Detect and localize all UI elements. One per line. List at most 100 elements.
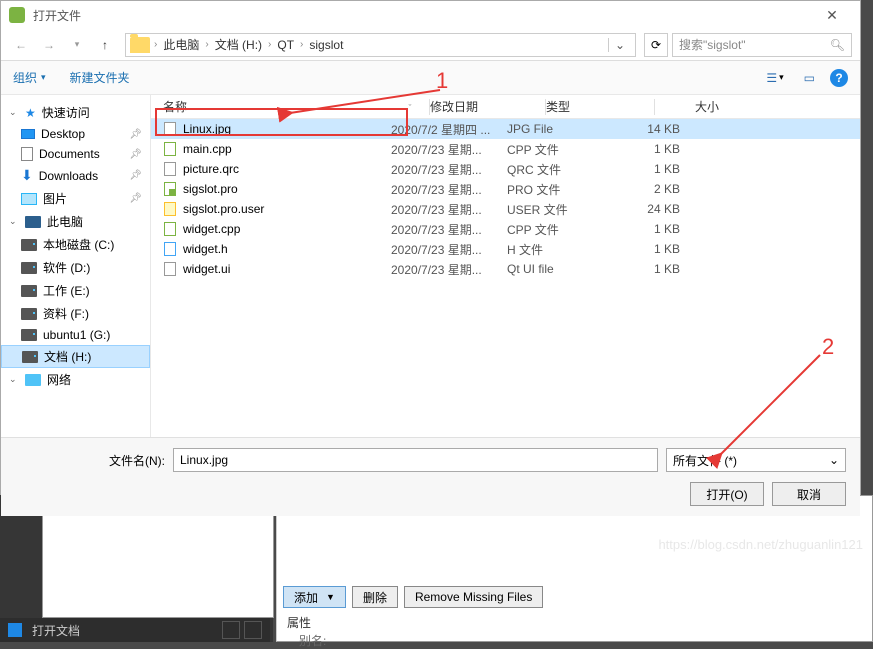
file-type: JPG File [507, 122, 616, 136]
sidebar-item--[interactable]: ⌄此电脑 [1, 210, 150, 233]
sidebar-item-downloads[interactable]: ⬇Downloads📌︎ [1, 164, 150, 187]
file-name: Linux.jpg [183, 122, 231, 136]
add-button[interactable]: 添加 ▼ [283, 586, 346, 608]
dialog-footer: 文件名(N): 所有文件 (*) ⌄ 打开(O) 取消 [1, 437, 860, 516]
pc-icon [25, 216, 41, 228]
breadcrumb-dropdown[interactable]: ⌄ [608, 38, 631, 52]
file-name: sigslot.pro [183, 182, 238, 196]
add-caret-icon: ▼ [326, 592, 335, 602]
file-date: 2020/7/23 星期... [391, 161, 507, 178]
crumb-qt[interactable]: QT [275, 38, 296, 52]
file-name: main.cpp [183, 142, 232, 156]
column-date[interactable]: 修改日期 [430, 98, 545, 115]
forward-button[interactable]: → [37, 33, 61, 57]
status-close-icon[interactable] [244, 621, 262, 639]
add-button-label: 添加 [294, 589, 318, 606]
remove-missing-button[interactable]: Remove Missing Files [404, 586, 543, 608]
status-split-icon[interactable] [222, 621, 240, 639]
sidebar-item--c-[interactable]: 本地磁盘 (C:) [1, 233, 150, 256]
sidebar-item-documents[interactable]: Documents📌︎ [1, 144, 150, 164]
sort-indicator-icon: ˇ [409, 103, 412, 113]
preview-icon: ▭ [804, 71, 815, 85]
sidebar-item-label: 本地磁盘 (C:) [43, 236, 114, 253]
sidebar-item-label: 快速访问 [42, 104, 90, 121]
file-type: CPP 文件 [507, 221, 616, 238]
sidebar-item--e-[interactable]: 工作 (E:) [1, 279, 150, 302]
file-date: 2020/7/23 星期... [391, 221, 507, 238]
column-name[interactable]: 名称 [151, 98, 391, 115]
sidebar-item-label: 文档 (H:) [44, 348, 91, 365]
file-row[interactable]: picture.qrc 2020/7/23 星期...QRC 文件1 KB [151, 159, 860, 179]
file-size: 1 KB [616, 262, 696, 276]
file-name: picture.qrc [183, 162, 239, 176]
file-size: 1 KB [616, 162, 696, 176]
search-icon[interactable]: 🔍︎ [830, 38, 845, 52]
sidebar-item-label: Desktop [41, 127, 85, 141]
filename-input[interactable] [173, 448, 658, 472]
file-type: Qt UI file [507, 262, 616, 276]
sidebar-item-label: Documents [39, 147, 100, 161]
cancel-button[interactable]: 取消 [772, 482, 846, 506]
document-icon [21, 147, 33, 161]
file-row[interactable]: widget.cpp2020/7/23 星期...CPP 文件1 KB [151, 219, 860, 239]
sidebar: ⌄★快速访问Desktop📌︎Documents📌︎⬇Downloads📌︎图片… [1, 95, 151, 437]
sidebar-item--[interactable]: ⌄★快速访问 [1, 101, 150, 124]
sidebar-item--[interactable]: 图片📌︎ [1, 187, 150, 210]
file-row[interactable]: sigslot.pro2020/7/23 星期...PRO 文件2 KB [151, 179, 860, 199]
help-button[interactable]: ? [830, 69, 848, 87]
file-row[interactable]: Linux.jpg2020/7/2 星期四 ...JPG File14 KB [151, 119, 860, 139]
crumb-drive[interactable]: 文档 (H:) [213, 36, 264, 53]
file-date: 2020/7/23 星期... [391, 201, 507, 218]
sidebar-item--d-[interactable]: 软件 (D:) [1, 256, 150, 279]
refresh-button[interactable]: ⟳ [644, 33, 668, 57]
new-folder-button[interactable]: 新建文件夹 [70, 69, 130, 86]
crumb-sigslot[interactable]: sigslot [307, 38, 345, 52]
file-row[interactable]: main.cpp2020/7/23 星期...CPP 文件1 KB [151, 139, 860, 159]
chevron-right-icon: › [300, 39, 303, 50]
file-row[interactable]: sigslot.pro.user2020/7/23 星期...USER 文件24… [151, 199, 860, 219]
file-filter-select[interactable]: 所有文件 (*) ⌄ [666, 448, 846, 472]
file-type: QRC 文件 [507, 161, 616, 178]
dialog-title: 打开文件 [33, 7, 812, 24]
pin-icon: 📌︎ [129, 170, 142, 181]
sidebar-item--[interactable]: ⌄网络 [1, 368, 150, 391]
delete-button-label: 删除 [363, 589, 387, 606]
close-button[interactable]: ✕ [812, 7, 852, 24]
file-type: CPP 文件 [507, 141, 616, 158]
file-icon [163, 121, 177, 137]
sidebar-item--h-[interactable]: 文档 (H:) [1, 345, 150, 368]
desktop-icon [21, 129, 35, 139]
status-text: 打开文档 [32, 622, 80, 639]
column-headers[interactable]: 名称 ˇ 修改日期 类型 大小 [151, 95, 860, 119]
toolbar: 组织 ▾ 新建文件夹 ☰ ▾ ▭ ? [1, 61, 860, 95]
status-bar: 打开文档 [0, 618, 270, 642]
search-input[interactable]: 搜索"sigslot" 🔍︎ [672, 33, 852, 57]
open-button[interactable]: 打开(O) [690, 482, 764, 506]
sidebar-item-label: ubuntu1 (G:) [43, 328, 110, 342]
organize-label: 组织 [13, 69, 37, 86]
sidebar-item-ubuntu1-g-[interactable]: ubuntu1 (G:) [1, 325, 150, 345]
organize-menu[interactable]: 组织 ▾ [13, 69, 46, 86]
breadcrumb[interactable]: › 此电脑 › 文档 (H:) › QT › sigslot ⌄ [125, 33, 636, 57]
file-icon [163, 161, 177, 177]
back-button[interactable]: ← [9, 33, 33, 57]
crumb-pc[interactable]: 此电脑 [161, 36, 201, 53]
file-size: 1 KB [616, 142, 696, 156]
column-size[interactable]: 大小 [655, 98, 735, 115]
file-date: 2020/7/23 星期... [391, 181, 507, 198]
file-row[interactable]: widget.h2020/7/23 星期...H 文件1 KB [151, 239, 860, 259]
file-row[interactable]: widget.ui2020/7/23 星期...Qt UI file1 KB [151, 259, 860, 279]
filter-label: 所有文件 (*) [673, 452, 737, 469]
preview-pane-button[interactable]: ▭ [799, 68, 820, 88]
delete-button[interactable]: 删除 [352, 586, 398, 608]
column-type[interactable]: 类型 [546, 98, 654, 115]
up-button[interactable]: ↑ [93, 33, 117, 57]
sidebar-item--f-[interactable]: 资料 (F:) [1, 302, 150, 325]
file-icon [163, 241, 177, 257]
sidebar-item-desktop[interactable]: Desktop📌︎ [1, 124, 150, 144]
file-icon [163, 201, 177, 217]
view-options-button[interactable]: ☰ ▾ [761, 68, 788, 88]
recent-dropdown[interactable]: ▾ [65, 33, 89, 57]
chevron-right-icon: › [154, 39, 157, 50]
file-icon [163, 261, 177, 277]
